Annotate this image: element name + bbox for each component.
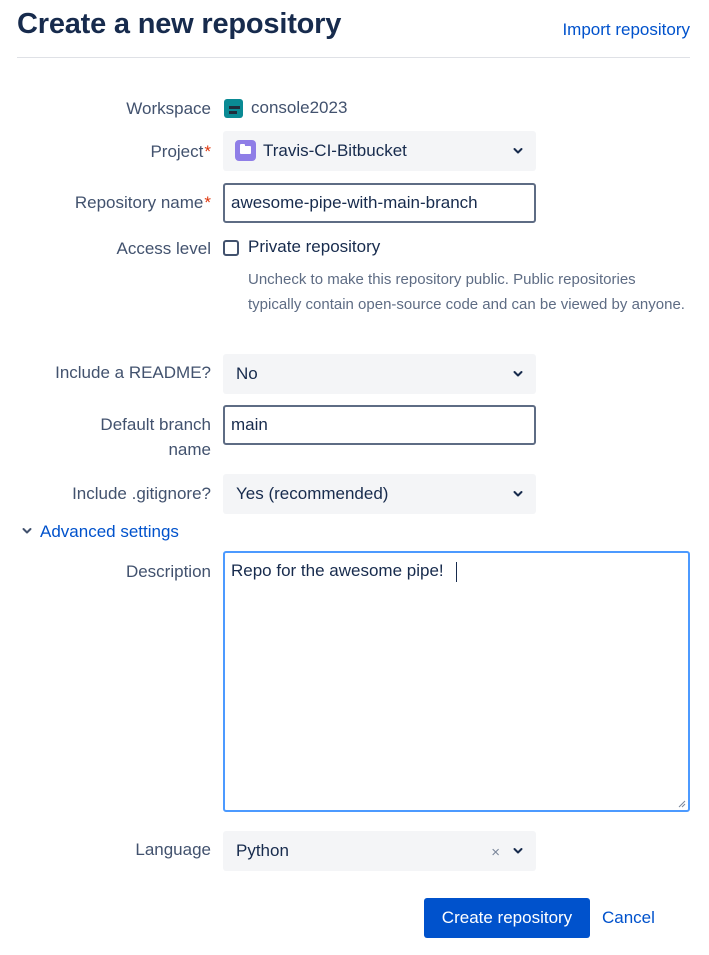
default-branch-label-line1: Default branch [100,415,211,434]
description-value: Repo for the awesome pipe! [231,561,444,580]
chevron-down-icon [513,371,523,377]
default-branch-value: main [231,415,268,434]
description-label: Description [126,559,211,584]
default-branch-label-line2: name [168,437,211,462]
gitignore-select-value: Yes (recommended) [236,484,389,503]
chevron-down-icon [513,148,523,154]
import-repository-link[interactable]: Import repository [562,20,690,40]
access-level-help-text: Uncheck to make this repository public. … [248,271,685,313]
advanced-settings-label: Advanced settings [40,522,179,541]
repository-name-input[interactable]: awesome-pipe-with-main-branch [223,183,536,223]
access-level-label-text: Access level [116,239,211,258]
private-repository-label[interactable]: Private repository [248,237,380,257]
chevron-down-icon [22,528,32,534]
workspace-avatar-bar [229,106,240,109]
repository-name-value: awesome-pipe-with-main-branch [231,193,478,212]
language-label: Language [135,837,211,862]
required-asterisk: * [204,193,211,212]
language-label-text: Language [135,840,211,859]
repository-name-label-text: Repository name [74,193,204,212]
workspace-avatar-bar [229,111,237,114]
text-caret [456,562,457,582]
advanced-settings-toggle[interactable]: Advanced settings [22,522,179,542]
language-select[interactable]: Python × [223,831,536,871]
gitignore-label-text: Include .gitignore? [72,484,211,503]
clear-icon[interactable]: × [491,844,500,861]
language-select-value: Python [236,841,289,860]
project-label: Project* [150,139,211,164]
workspace-label: Workspace [126,96,211,121]
chevron-down-icon [513,848,523,854]
readme-select-value: No [236,364,258,383]
resize-handle-icon[interactable] [678,800,686,808]
readme-select[interactable]: No [223,354,536,394]
required-asterisk: * [204,142,211,161]
page-title: Create a new repository [17,8,342,40]
private-repository-checkbox[interactable] [223,240,239,256]
readme-label: Include a README? [55,360,211,385]
repository-name-label: Repository name* [75,190,211,215]
folder-icon [235,140,256,161]
workspace-avatar-icon [224,99,243,118]
header-divider [17,57,690,58]
default-branch-input[interactable]: main [223,405,536,445]
workspace-value: console2023 [251,98,348,117]
project-select[interactable]: Travis-CI-Bitbucket [223,131,536,171]
project-select-value: Travis-CI-Bitbucket [263,141,407,160]
default-branch-label-line2-text: name [168,440,211,459]
gitignore-select[interactable]: Yes (recommended) [223,474,536,514]
project-label-text: Project [150,142,204,161]
access-level-label: Access level [117,236,211,261]
create-repository-button[interactable]: Create repository [424,898,590,938]
readme-label-text: Include a README? [55,363,211,382]
description-label-text: Description [125,562,211,581]
default-branch-label: Default branch [100,412,211,437]
description-textarea[interactable]: Repo for the awesome pipe! [223,551,690,812]
gitignore-label: Include .gitignore? [72,481,211,506]
chevron-down-icon [513,491,523,497]
cancel-button[interactable]: Cancel [602,898,655,938]
workspace-label-text: Workspace [126,99,211,118]
